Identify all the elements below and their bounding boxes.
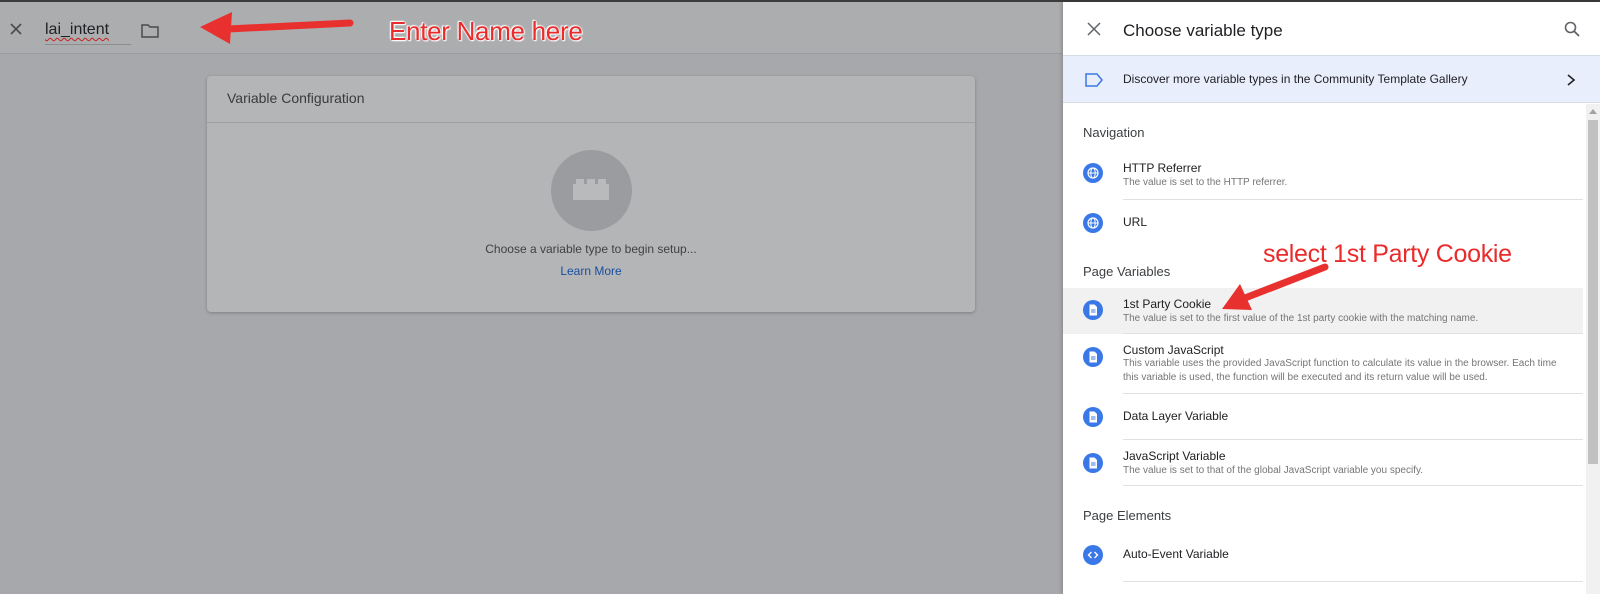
item-title: Auto-Event Variable [1123,547,1229,561]
variable-name-input[interactable]: lai_intent [45,19,131,45]
brick-icon [573,179,609,200]
variable-type-placeholder[interactable] [551,150,632,231]
variable-type-panel: Choose variable type Discover more varia… [1063,2,1600,594]
list-item-custom-javascript[interactable]: Custom JavaScript This variable uses the… [1063,334,1583,394]
list-item-auto-event-variable[interactable]: Auto-Event Variable [1063,532,1583,582]
document-icon [1083,407,1103,427]
item-title: HTTP Referrer [1123,161,1202,175]
item-title: URL [1123,215,1148,229]
item-title: 1st Party Cookie [1123,297,1212,311]
variable-type-list[interactable]: Navigation HTTP Referrer The value is se… [1063,104,1600,594]
divider [1123,581,1583,582]
item-description: This variable uses the provided JavaScri… [1123,358,1557,383]
item-description: The value is set to that of the global J… [1123,465,1423,476]
close-icon[interactable] [8,21,24,37]
folder-icon[interactable] [141,23,159,38]
close-icon[interactable] [1087,22,1101,36]
annotation-select-cookie: select 1st Party Cookie [1263,240,1512,268]
annotation-enter-name: Enter Name here [389,16,583,46]
globe-icon [1083,163,1103,183]
code-icon [1083,545,1103,565]
item-description: The value is set to the HTTP referrer. [1123,177,1288,188]
community-gallery-banner[interactable]: Discover more variable types in the Comm… [1063,55,1600,103]
panel-title: Choose variable type [1123,21,1283,40]
tag-icon [1085,73,1103,87]
divider [1123,485,1583,486]
section-navigation: Navigation [1083,125,1145,140]
card-divider [207,122,975,123]
list-item-1st-party-cookie[interactable]: 1st Party Cookie The value is set to the… [1063,288,1583,334]
learn-more-link[interactable]: Learn More [207,264,975,278]
variable-name-value: lai_intent [45,21,110,38]
globe-icon [1083,213,1103,233]
variable-configuration-card[interactable]: Variable Configuration Choose a variable… [207,76,975,312]
list-item-javascript-variable[interactable]: JavaScript Variable The value is set to … [1063,440,1583,486]
scrollbar-thumb[interactable] [1588,120,1598,464]
item-title: Data Layer Variable [1123,409,1229,423]
search-icon[interactable] [1564,21,1580,37]
panel-header: Choose variable type [1063,2,1600,55]
chevron-right-icon [1567,74,1576,86]
section-page-elements: Page Elements [1083,508,1172,523]
setup-hint: Choose a variable type to begin setup... [485,242,697,256]
gallery-text: Discover more variable types in the Comm… [1123,72,1468,86]
card-title: Variable Configuration [227,90,365,106]
item-description: The value is set to the first value of t… [1123,313,1479,324]
list-item-http-referrer[interactable]: HTTP Referrer The value is set to the HT… [1063,150,1583,200]
document-icon [1083,347,1103,367]
item-title: JavaScript Variable [1123,449,1226,463]
section-page-variables: Page Variables [1083,264,1171,279]
document-icon [1083,453,1103,473]
list-item-data-layer-variable[interactable]: Data Layer Variable [1063,394,1583,440]
scroll-up-icon[interactable] [1589,109,1597,114]
document-icon [1083,300,1103,320]
item-title: Custom JavaScript [1123,343,1224,357]
